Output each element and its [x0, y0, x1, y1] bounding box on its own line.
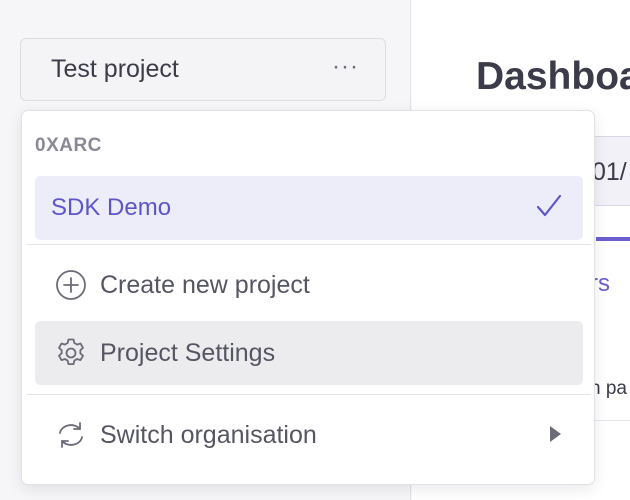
project-dropdown-menu: 0XARC SDK Demo Create new project Projec… [21, 110, 595, 485]
page-title: Dashboa [476, 55, 630, 98]
project-settings-item[interactable]: Project Settings [35, 321, 583, 385]
create-new-project-item[interactable]: Create new project [35, 253, 583, 317]
sync-icon [59, 422, 83, 448]
project-item-sdk-demo[interactable]: SDK Demo [35, 176, 583, 240]
chevron-right-icon [550, 426, 561, 442]
project-name: Test project [51, 55, 179, 83]
plus-circle-icon [56, 270, 86, 300]
gear-icon [58, 338, 84, 365]
active-tab-indicator [596, 237, 630, 241]
menu-divider [27, 244, 591, 245]
more-horizontal-icon[interactable]: ··· [332, 55, 359, 79]
switch-organisation-label: Switch organisation [100, 420, 317, 449]
project-settings-label: Project Settings [100, 338, 276, 367]
organisation-heading: 0XARC [35, 135, 102, 156]
date-picker-value: 01/ [592, 158, 627, 186]
project-switcher-button[interactable]: Test project ··· [20, 38, 386, 101]
project-item-label: SDK Demo [51, 194, 172, 221]
checkmark-icon [536, 194, 562, 217]
content-text: n pa [590, 378, 627, 399]
create-new-project-label: Create new project [100, 270, 310, 299]
switch-organisation-item[interactable]: Switch organisation [35, 403, 583, 467]
menu-divider [27, 394, 591, 395]
